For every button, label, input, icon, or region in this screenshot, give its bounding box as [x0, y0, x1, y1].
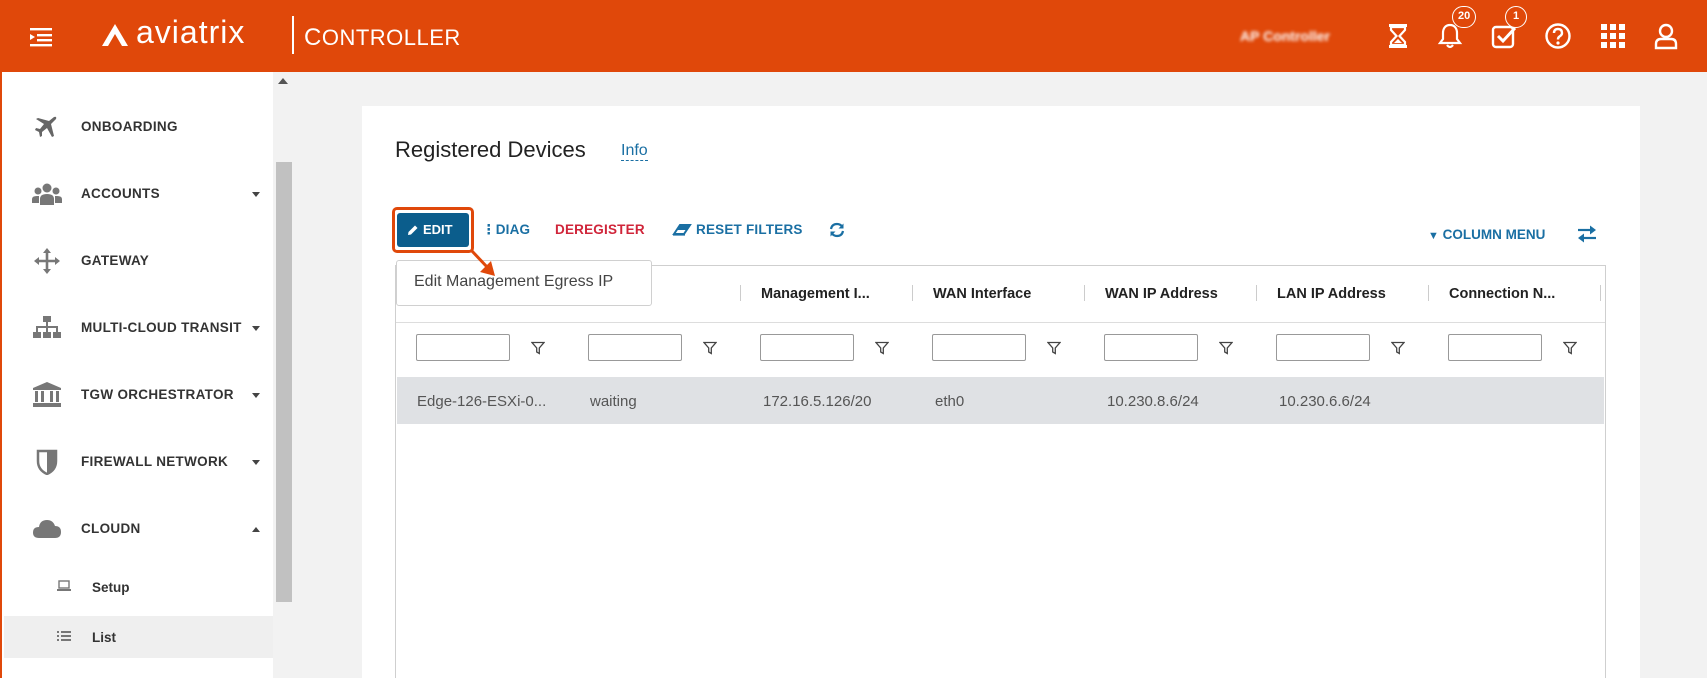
- info-link[interactable]: Info: [621, 142, 648, 161]
- filter-funnel-icon[interactable]: [531, 341, 545, 355]
- chevron-down-icon: [252, 192, 260, 197]
- sitemap-icon: [33, 316, 61, 338]
- sidebar-item-onboarding[interactable]: ONBOARDING: [4, 102, 275, 152]
- product-name: CONTROLLER: [304, 24, 461, 51]
- page-title: Registered Devices: [395, 137, 586, 162]
- cell-wan-interface: eth0: [935, 393, 965, 410]
- filter-funnel-icon[interactable]: [1219, 341, 1233, 355]
- deregister-button[interactable]: DEREGISTER: [555, 222, 645, 237]
- diag-button[interactable]: ⋮DIAG: [482, 222, 530, 238]
- sidebar: ONBOARDING ACCOUNTS GATEWAY MULTI-CLOUD …: [0, 72, 275, 678]
- sidebar-subitem-label: Setup: [92, 580, 130, 595]
- help-icon[interactable]: [1544, 22, 1572, 50]
- scroll-up-arrow-icon[interactable]: [278, 78, 288, 84]
- cell-device-name: Edge-126-ESXi-0...: [417, 393, 547, 410]
- plane-icon: [35, 116, 57, 137]
- cell-status: waiting: [590, 393, 637, 410]
- header-separator[interactable]: [1256, 285, 1257, 301]
- sidebar-item-gateway[interactable]: GATEWAY: [4, 236, 275, 286]
- edit-tooltip: Edit Management Egress IP: [396, 260, 652, 306]
- sidebar-item-label: MULTI-CLOUD TRANSIT: [81, 320, 242, 335]
- filter-funnel-icon[interactable]: [875, 341, 889, 355]
- sidebar-item-cloudn[interactable]: CLOUDN: [4, 504, 275, 554]
- filter-input[interactable]: [1104, 334, 1198, 361]
- sidebar-item-label: ACCOUNTS: [81, 186, 160, 201]
- header-separator[interactable]: [740, 285, 741, 301]
- move-arrows-icon: [34, 248, 60, 274]
- cell-wan-ip: 10.230.8.6/24: [1107, 393, 1199, 410]
- sidebar-item-label: CLOUDN: [81, 521, 141, 536]
- filter-input[interactable]: [416, 334, 510, 361]
- filter-input[interactable]: [760, 334, 854, 361]
- cell-lan-ip: 10.230.6.6/24: [1279, 393, 1371, 410]
- filter-funnel-icon[interactable]: [703, 341, 717, 355]
- filter-input[interactable]: [1448, 334, 1542, 361]
- header-divider: [396, 322, 1605, 323]
- filter-input[interactable]: [932, 334, 1026, 361]
- list-icon: [57, 631, 71, 641]
- menu-icon[interactable]: [28, 26, 54, 48]
- user-icon[interactable]: [1652, 22, 1680, 50]
- brand-name: aviatrix: [136, 14, 246, 50]
- sidebar-item-label: GATEWAY: [81, 253, 150, 268]
- eraser-icon: [672, 224, 692, 236]
- header-separator[interactable]: [1428, 285, 1429, 301]
- sidebar-item-firewall-network[interactable]: FIREWALL NETWORK: [4, 437, 275, 487]
- funnel-icon: ▼: [1428, 230, 1439, 242]
- account-name[interactable]: AP Controller: [1240, 28, 1330, 44]
- bank-icon: [33, 382, 61, 407]
- sidebar-item-multi-cloud-transit[interactable]: MULTI-CLOUD TRANSIT: [4, 303, 275, 353]
- table-row[interactable]: Edge-126-ESXi-0... waiting 172.16.5.126/…: [397, 377, 1604, 424]
- column-header-wan-ip-address[interactable]: WAN IP Address: [1105, 286, 1218, 302]
- sidebar-scroll-thumb[interactable]: [276, 162, 292, 602]
- column-header-lan-ip-address[interactable]: LAN IP Address: [1277, 286, 1386, 302]
- column-header-wan-interface[interactable]: WAN Interface: [933, 286, 1031, 302]
- aviatrix-logo-icon: [102, 24, 128, 46]
- filter-funnel-icon[interactable]: [1563, 341, 1577, 355]
- filter-funnel-icon[interactable]: [1391, 341, 1405, 355]
- filter-input[interactable]: [588, 334, 682, 361]
- top-bar: aviatrix CONTROLLER AP Controller 20 1: [0, 0, 1707, 72]
- logo-divider: [292, 16, 294, 54]
- edit-button[interactable]: EDIT: [397, 213, 469, 247]
- column-menu-button[interactable]: ▼ COLUMN MENU: [1428, 227, 1545, 242]
- notifications-badge: 20: [1452, 6, 1477, 28]
- sidebar-subitem-label: List: [92, 630, 117, 645]
- header-separator[interactable]: [912, 285, 913, 301]
- column-header-connection-name[interactable]: Connection N...: [1449, 286, 1555, 302]
- filter-input[interactable]: [1276, 334, 1370, 361]
- swap-arrows-icon[interactable]: [1576, 224, 1598, 244]
- sidebar-item-label: ONBOARDING: [81, 119, 178, 134]
- sidebar-item-tgw-orchestrator[interactable]: TGW ORCHESTRATOR: [4, 370, 275, 420]
- callout-arrow-icon: [469, 248, 495, 276]
- users-icon: [32, 183, 62, 205]
- vertical-dots-icon: ⋮: [482, 222, 496, 237]
- devices-grid: Management I... WAN Interface WAN IP Add…: [395, 265, 1606, 678]
- filter-funnel-icon[interactable]: [1047, 341, 1061, 355]
- pencil-icon: [408, 225, 418, 235]
- laptop-icon: [57, 580, 71, 591]
- column-header-management-ip[interactable]: Management I...: [761, 286, 870, 302]
- header-separator[interactable]: [1084, 285, 1085, 301]
- refresh-icon[interactable]: [828, 221, 846, 239]
- chevron-down-icon: [252, 326, 260, 331]
- tasks-badge: 1: [1505, 6, 1527, 28]
- sidebar-item-label: TGW ORCHESTRATOR: [81, 387, 234, 402]
- sidebar-item-accounts[interactable]: ACCOUNTS: [4, 169, 275, 219]
- apps-grid-icon[interactable]: [1599, 22, 1627, 50]
- cell-management-ip: 172.16.5.126/20: [763, 393, 872, 410]
- chevron-up-icon: [252, 527, 260, 532]
- hourglass-icon[interactable]: [1384, 22, 1412, 50]
- sidebar-subitem-setup[interactable]: Setup: [4, 566, 275, 608]
- reset-filters-button[interactable]: RESET FILTERS: [672, 222, 803, 237]
- shield-icon: [36, 449, 58, 475]
- header-separator[interactable]: [1600, 285, 1601, 301]
- chevron-down-icon: [252, 460, 260, 465]
- sidebar-subitem-list[interactable]: List: [4, 616, 275, 658]
- chevron-down-icon: [252, 393, 260, 398]
- cloud-icon: [33, 520, 61, 538]
- sidebar-item-label: FIREWALL NETWORK: [81, 454, 229, 469]
